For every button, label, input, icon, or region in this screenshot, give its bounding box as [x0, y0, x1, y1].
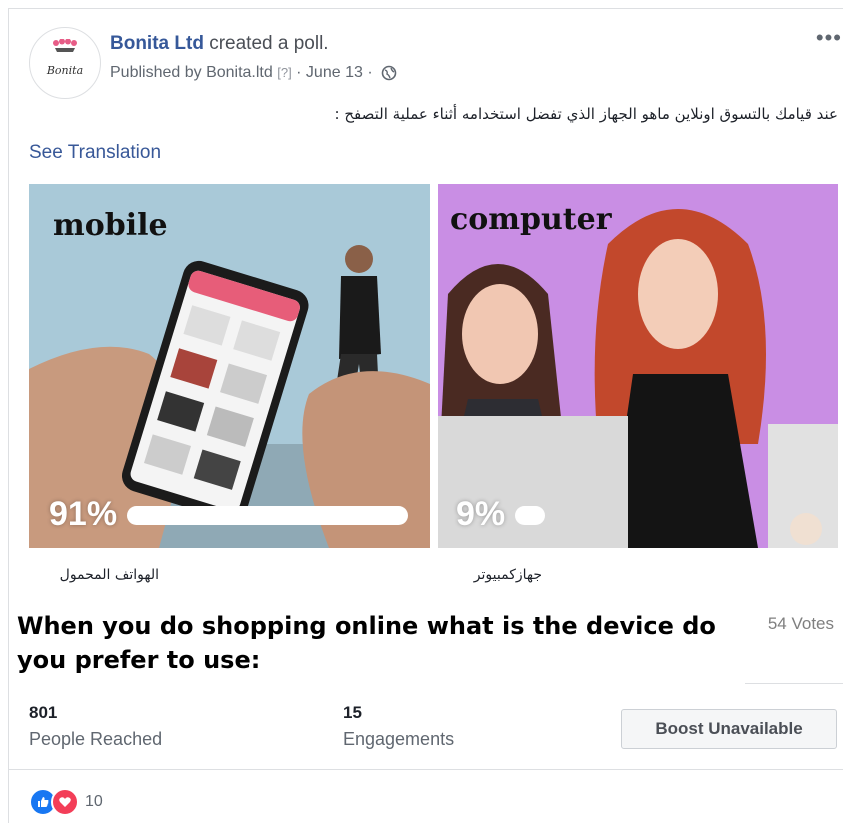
page-avatar[interactable]: Bonita — [29, 27, 101, 99]
poll-option-percent: 91% — [49, 495, 118, 533]
more-options-icon[interactable]: ••• — [816, 25, 842, 51]
computer-photo — [438, 184, 838, 548]
poll-option-label: mobile — [53, 208, 168, 243]
reached-count: 801 — [29, 703, 58, 722]
post-action-text: created a poll. — [209, 33, 329, 54]
poll-post-card: Bonita Bonita Ltd created a poll. Publis… — [8, 8, 843, 823]
poll-question: When you do shopping online what is the … — [17, 612, 716, 674]
post-meta: Published by Bonita.ltd [?] · June 13 · — [110, 64, 397, 82]
love-icon — [51, 788, 79, 816]
post-header: Bonita Ltd created a poll. — [110, 33, 329, 55]
reaction-count: 10 — [85, 793, 103, 810]
post-body-text: عند قيامك بالتسوق اونلاين ماهو الجهاز ال… — [334, 105, 838, 123]
globe-icon — [381, 65, 397, 81]
poll-option-mobile[interactable]: mobile 91% — [29, 184, 430, 548]
help-marker[interactable]: [?] — [277, 65, 291, 80]
boost-button[interactable]: Boost Unavailable — [621, 709, 837, 749]
reached-label: People Reached — [29, 729, 163, 749]
divider — [9, 769, 843, 770]
people-reached-stat[interactable]: 801 People Reached — [29, 703, 162, 750]
poll-option-caption: الهواتف المحمول — [59, 567, 159, 583]
reactions-summary[interactable]: 10 — [29, 788, 103, 816]
poll-option-computer[interactable]: computer 9% — [438, 184, 838, 548]
see-translation-link[interactable]: See Translation — [29, 142, 161, 164]
poll-option-label: computer — [450, 202, 612, 237]
engagements-stat[interactable]: 15 Engagements — [343, 703, 454, 750]
engagements-count: 15 — [343, 703, 362, 722]
crown-icon — [53, 39, 77, 52]
poll-option-caption: جهازكمبيوتر — [473, 567, 542, 583]
engagements-label: Engagements — [343, 729, 455, 749]
published-by-text: Published by Bonita.ltd — [110, 64, 273, 81]
divider — [745, 683, 843, 684]
post-date[interactable]: · June 13 · — [296, 64, 372, 81]
poll-progress-bar — [515, 506, 545, 525]
vote-count[interactable]: 54 Votes — [768, 614, 834, 634]
poll-option-percent: 9% — [456, 495, 506, 533]
avatar-logo-text: Bonita — [46, 64, 84, 77]
page-name-link[interactable]: Bonita Ltd — [110, 33, 204, 54]
poll-progress-bar — [127, 506, 408, 525]
